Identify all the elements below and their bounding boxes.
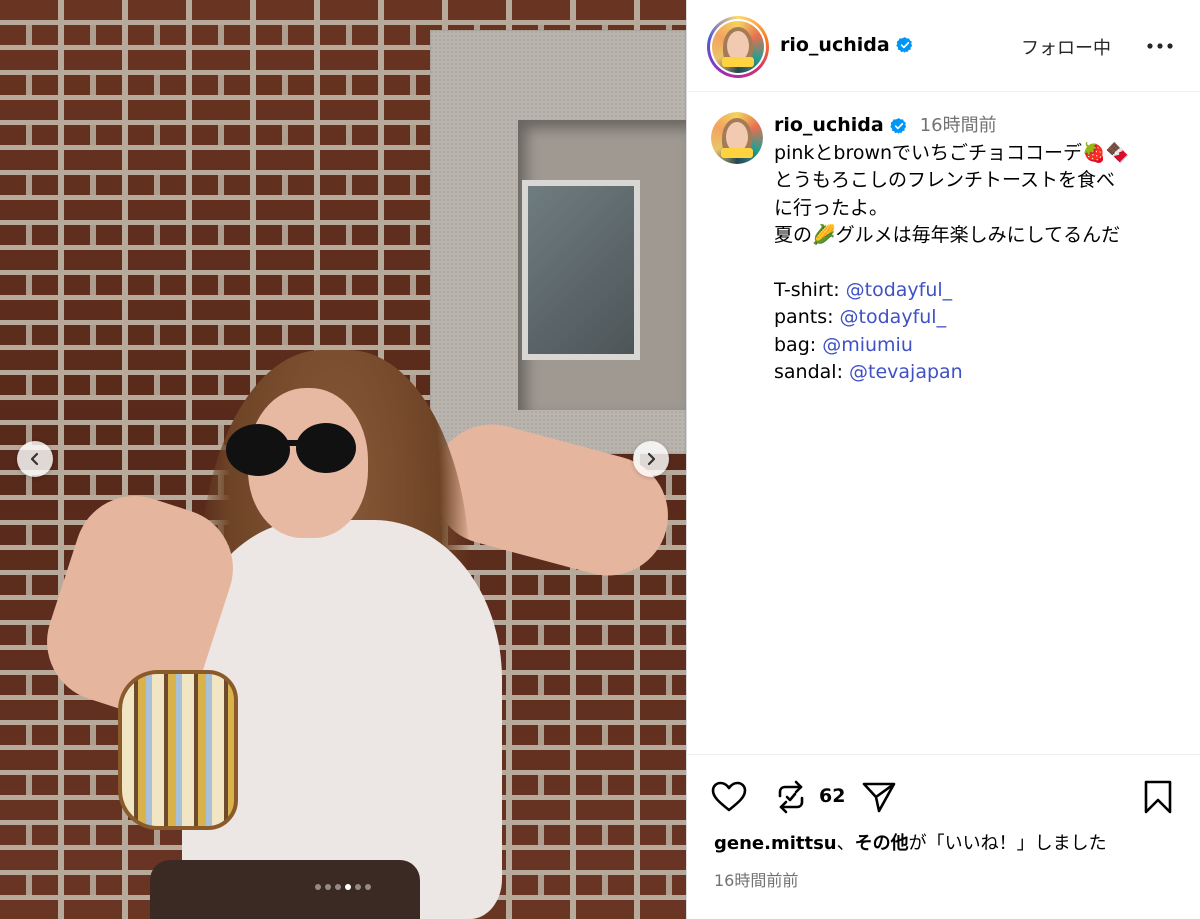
mention-link[interactable]: @todayful_ — [840, 306, 947, 328]
credit-line: bag: @miumiu — [774, 333, 913, 356]
previous-slide-button[interactable] — [17, 441, 53, 477]
mention-link[interactable]: @tevajapan — [849, 361, 963, 383]
slide-dot — [335, 884, 341, 890]
slide-dot — [365, 884, 371, 890]
liker-username[interactable]: gene.mittsu — [714, 833, 837, 854]
post-footer: 62 gene.mittsu、その他が「いいね！」しました 16時間前前 — [687, 754, 1200, 919]
mention-link[interactable]: @miumiu — [822, 334, 913, 356]
avatar — [712, 21, 764, 73]
like-button[interactable] — [711, 779, 747, 815]
likes-summary: gene.mittsu、その他が「いいね！」しました — [714, 833, 1107, 854]
caption-line: pinkとbrownでいちごチョココーデ🍓🍫 — [774, 142, 1130, 164]
more-horizontal-icon[interactable] — [1145, 36, 1175, 56]
following-button[interactable]: フォロー中 — [1021, 34, 1111, 60]
post-side-panel: rio_uchida フォロー中 rio_uchida 16時間前 pinkとb… — [686, 0, 1200, 919]
caption-avatar[interactable] — [711, 112, 763, 164]
window-glass — [522, 180, 640, 360]
slide-dot — [355, 884, 361, 890]
credit-line: T-shirt: @todayful_ — [774, 279, 953, 302]
likes-others-link[interactable]: その他 — [855, 833, 909, 854]
chevron-right-icon — [647, 452, 656, 466]
post-header: rio_uchida フォロー中 — [687, 0, 1200, 92]
post-photo[interactable] — [0, 0, 686, 919]
repost-count: 62 — [819, 785, 846, 807]
slide-indicator — [0, 884, 686, 890]
paper-plane-icon — [862, 782, 896, 813]
slide-dot — [345, 884, 351, 890]
save-button[interactable] — [1143, 779, 1173, 815]
header-username[interactable]: rio_uchida — [780, 34, 890, 56]
sunglasses — [226, 423, 356, 476]
caption-username[interactable]: rio_uchida — [774, 112, 884, 139]
heart-icon — [711, 781, 747, 812]
verified-badge-icon — [895, 36, 914, 54]
share-button[interactable] — [861, 779, 897, 815]
mention-link[interactable]: @todayful_ — [846, 279, 953, 301]
repost-button[interactable] — [775, 779, 807, 815]
caption-timestamp[interactable]: 16時間前 — [920, 112, 997, 139]
caption-line: 夏の🌽グルメは毎年楽しみにしてるんだ — [774, 224, 1121, 247]
header-username-row: rio_uchida — [780, 34, 914, 56]
credit-line: sandal: @tevajapan — [774, 361, 963, 384]
verified-badge-icon — [889, 117, 908, 135]
window-recess — [518, 120, 686, 410]
caption-section: rio_uchida 16時間前 pinkとbrownでいちごチョココーデ🍓🍫 … — [687, 92, 1200, 754]
post-timestamp[interactable]: 16時間前前 — [714, 867, 798, 891]
next-slide-button[interactable] — [633, 441, 669, 477]
slide-dot — [315, 884, 321, 890]
chevron-left-icon — [30, 452, 39, 466]
avatar-story-ring[interactable] — [707, 16, 769, 78]
striped-handbag — [118, 670, 238, 830]
action-bar: 62 — [711, 779, 1181, 815]
slide-dot — [325, 884, 331, 890]
caption-line: に行ったよ。 — [774, 196, 889, 219]
repost-icon — [778, 780, 804, 814]
caption-content: rio_uchida 16時間前 pinkとbrownでいちごチョココーデ🍓🍫 … — [774, 112, 1184, 387]
caption-line: とうもろこしのフレンチトーストを食べ — [774, 169, 1116, 192]
concrete-window-frame — [430, 30, 686, 454]
credit-line: pants: @todayful_ — [774, 306, 947, 329]
bookmark-icon — [1144, 780, 1172, 814]
caption-header: rio_uchida 16時間前 — [774, 112, 1184, 140]
